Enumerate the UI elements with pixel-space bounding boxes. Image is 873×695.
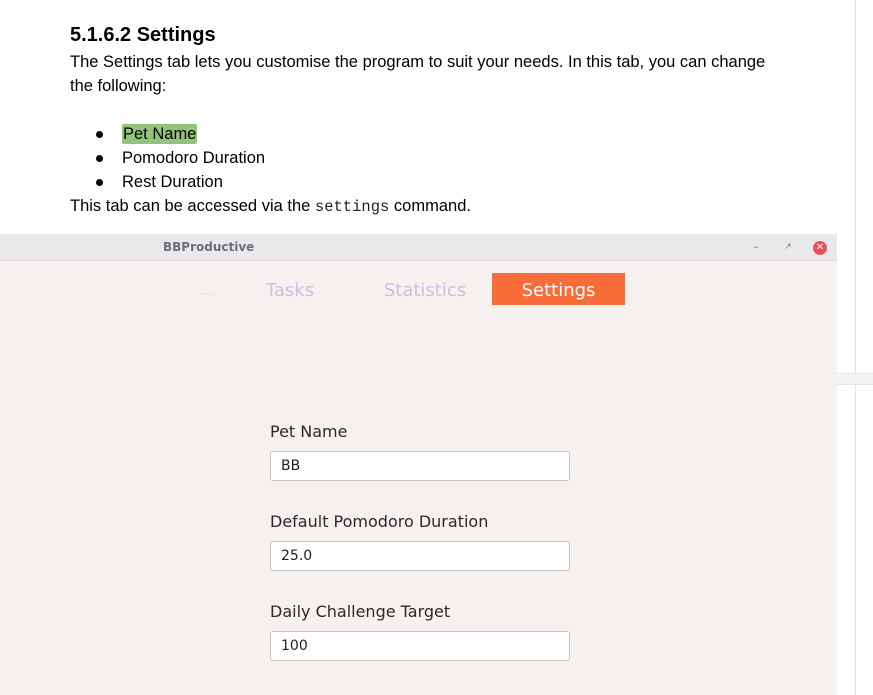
viewer-gutter-divider [855, 0, 856, 695]
bullet-item-rest-duration: Rest Duration [96, 170, 265, 194]
bullet-item-pomodoro-duration: Pomodoro Duration [96, 146, 265, 170]
bullet-item-pet-name: Pet Name [96, 122, 265, 146]
bullet-text: Pomodoro Duration [122, 149, 266, 167]
pomodoro-duration-label: Default Pomodoro Duration [270, 512, 489, 531]
access-text-prefix: This tab can be accessed via the [70, 197, 311, 215]
tab-tasks[interactable]: Tasks [240, 273, 340, 305]
access-paragraph: This tab can be accessed via the setting… [70, 194, 471, 219]
close-icon[interactable]: ✕ [813, 241, 827, 255]
tab-statistics[interactable]: Statistics [370, 273, 480, 305]
bullet-icon [96, 179, 103, 186]
daily-challenge-target-label: Daily Challenge Target [270, 602, 451, 621]
bullet-icon [96, 131, 103, 138]
page-break [837, 373, 873, 385]
maximize-icon[interactable]: ↗ [781, 240, 795, 254]
pomodoro-duration-input[interactable]: 25.0 [270, 541, 570, 571]
window-titlebar[interactable]: BBProductive – ↗ ✕ [0, 234, 837, 261]
pet-name-label: Pet Name [270, 422, 348, 441]
section-heading: 5.1.6.2 Settings [70, 24, 216, 46]
pet-name-input[interactable]: BB [270, 451, 570, 481]
bullet-text: Rest Duration [122, 173, 223, 191]
intro-paragraph: The Settings tab lets you customise the … [70, 53, 766, 95]
access-text-suffix: command. [393, 197, 471, 215]
app-window: BBProductive – ↗ ✕ ... Tasks Statistics … [0, 234, 837, 695]
settings-bullet-list: Pet Name Pomodoro Duration Rest Duration [96, 122, 265, 194]
tab-overflow[interactable]: ... [190, 273, 222, 305]
settings-command: settings [314, 198, 390, 216]
daily-challenge-target-input[interactable]: 100 [270, 631, 570, 661]
highlighted-text: Pet Name [122, 124, 198, 144]
bullet-icon [96, 155, 103, 162]
minimize-icon[interactable]: – [749, 240, 763, 254]
tab-settings[interactable]: Settings [492, 273, 625, 305]
window-title: BBProductive [163, 240, 255, 254]
